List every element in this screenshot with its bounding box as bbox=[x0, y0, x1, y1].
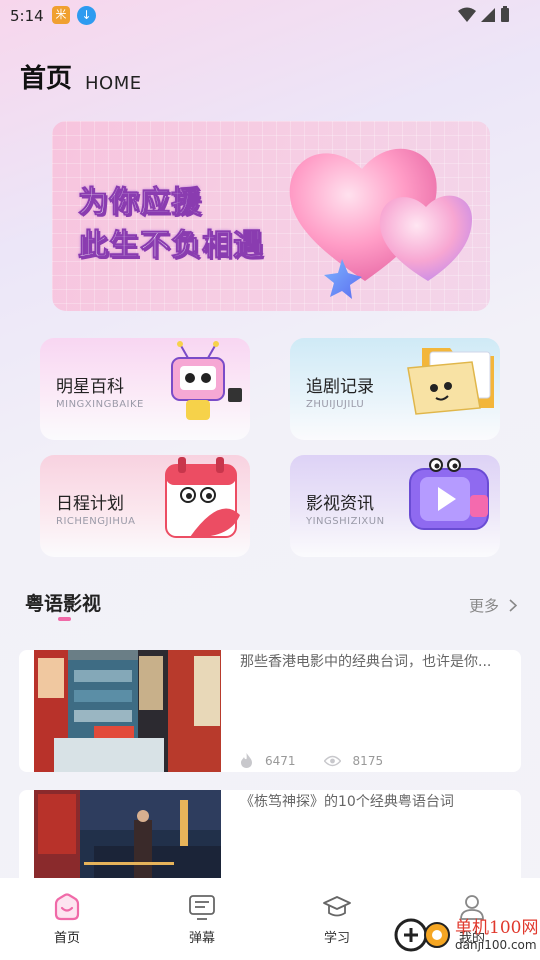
article-title: 《栋笃神探》的10个经典粤语台词 bbox=[240, 794, 454, 810]
status-icons bbox=[458, 6, 510, 23]
category-title: 追剧记录 bbox=[306, 377, 374, 397]
chevron-right-icon bbox=[509, 599, 518, 612]
views-count: 8175 bbox=[352, 753, 384, 768]
nav-tab-barrage[interactable]: 弹幕 bbox=[172, 892, 232, 946]
section-title: 粤语影视 bbox=[25, 593, 102, 615]
app-notification-icon: 米 bbox=[52, 6, 70, 24]
category-title: 明星百科 bbox=[56, 377, 124, 397]
download-icon: ↓ bbox=[77, 6, 96, 25]
article-thumbnail bbox=[34, 790, 221, 890]
page-title: 首页 bbox=[20, 64, 73, 94]
watermark-logo-icon bbox=[394, 918, 450, 952]
article-card[interactable]: 那些香港电影中的经典台词，也许是你... 6471 8175 bbox=[19, 650, 521, 772]
category-title: 影视资讯 bbox=[306, 494, 374, 514]
flame-icon bbox=[241, 753, 252, 768]
watermark-url: danji100.com bbox=[455, 937, 537, 952]
more-label: 更多 bbox=[469, 597, 500, 615]
barrage-icon bbox=[189, 895, 215, 920]
category-card-schedule[interactable]: 日程计划 RICHENGJIHUA bbox=[40, 455, 250, 557]
nav-label: 弹幕 bbox=[188, 931, 215, 946]
category-subtitle: MINGXINGBAIKE bbox=[56, 399, 144, 410]
article-title: 那些香港电影中的经典台词，也许是你... bbox=[240, 654, 492, 670]
category-subtitle: YINGSHIZIXUN bbox=[306, 516, 385, 527]
page-subtitle: HOME bbox=[85, 73, 142, 94]
watermark: 单机100网 danji100.com bbox=[393, 916, 538, 954]
hearts-illustration bbox=[289, 148, 472, 299]
nav-tab-home[interactable]: 首页 bbox=[37, 892, 97, 946]
banner-line-2: 此生不负相遇 bbox=[78, 228, 264, 264]
nav-label: 学习 bbox=[323, 931, 350, 946]
tv-robot-icon bbox=[171, 341, 242, 420]
category-title: 日程计划 bbox=[56, 494, 124, 514]
hero-banner[interactable]: 为你应援 此生不负相遇 bbox=[52, 121, 490, 311]
likes-stat: 6471 bbox=[240, 753, 296, 768]
article-stats: 6471 8175 bbox=[240, 753, 411, 768]
article-card[interactable]: 《栋笃神探》的10个经典粤语台词 bbox=[19, 790, 521, 890]
status-bar: 5:14 米 ↓ bbox=[0, 0, 540, 32]
study-cap-icon bbox=[323, 896, 351, 917]
views-stat: 8175 bbox=[323, 753, 384, 768]
battery-icon bbox=[501, 6, 509, 22]
section-title-indicator bbox=[58, 617, 71, 621]
home-icon bbox=[54, 893, 80, 921]
nav-label: 首页 bbox=[53, 931, 80, 946]
more-link[interactable]: 更多 bbox=[469, 595, 518, 616]
watermark-text: 单机100网 bbox=[455, 917, 539, 938]
status-time: 5:14 bbox=[10, 7, 44, 25]
likes-count: 6471 bbox=[265, 753, 296, 768]
article-thumbnail bbox=[34, 650, 221, 772]
category-card-drama-log[interactable]: 追剧记录 ZHUIJUJILU bbox=[290, 338, 500, 440]
banner-line-1: 为你应援 bbox=[78, 185, 202, 221]
nav-tab-study[interactable]: 学习 bbox=[307, 892, 367, 946]
signal-icon bbox=[481, 7, 495, 22]
category-card-star-wiki[interactable]: 明星百科 MINGXINGBAIKE bbox=[40, 338, 250, 440]
calendar-icon bbox=[165, 457, 240, 538]
video-player-icon bbox=[409, 458, 489, 530]
category-subtitle: RICHENGJIHUA bbox=[56, 516, 136, 527]
category-card-film-news[interactable]: 影视资讯 YINGSHIZIXUN bbox=[290, 455, 500, 557]
wifi-icon bbox=[458, 7, 476, 22]
eye-icon bbox=[323, 755, 341, 766]
category-subtitle: ZHUIJUJILU bbox=[306, 399, 365, 410]
folder-icon bbox=[407, 348, 494, 415]
